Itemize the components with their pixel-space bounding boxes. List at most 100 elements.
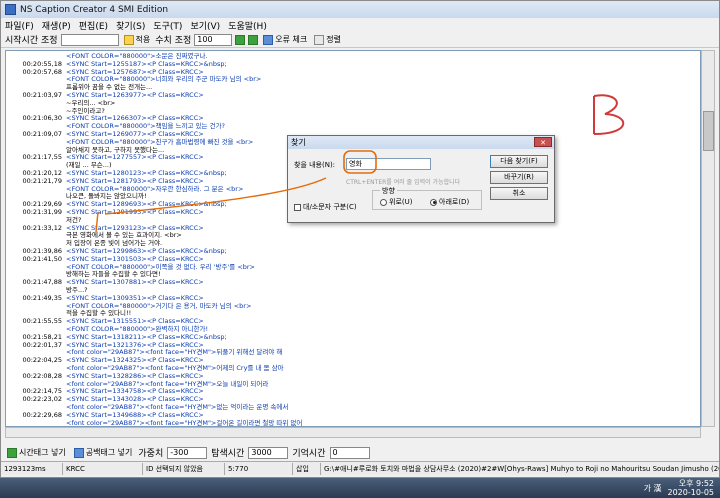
- weight-input[interactable]: -300: [167, 446, 208, 459]
- menu-help[interactable]: 도움말(H): [228, 19, 267, 32]
- subtitle-line[interactable]: 00:21:55,55 <SYNC Start=1315551><P Class=…: [6, 317, 203, 325]
- subtitle-line[interactable]: 00:21:09,07 <SYNC Start=1269077><P Class=…: [6, 130, 204, 138]
- line-timestamp: 00:21:09,07: [22, 130, 62, 138]
- number-adjust-label: 수치 조정: [155, 36, 192, 46]
- subtitle-line[interactable]: 저건?: [6, 216, 81, 224]
- memory-time-input[interactable]: 0: [329, 446, 370, 459]
- plus-icon[interactable]: [235, 34, 246, 45]
- subtitle-line[interactable]: 프롬위아 꿈을 수 없는 전개는...: [6, 83, 152, 91]
- insert-blank-tag-button[interactable]: 공백태그 넣기: [72, 446, 135, 459]
- menu-find[interactable]: 찾기(S): [116, 19, 145, 32]
- case-sensitive-checkbox[interactable]: 대/소문자 구분(C): [294, 202, 357, 212]
- subtitle-line[interactable]: 저 입장이 온종 빛이 넘어가는 거야.: [6, 239, 162, 247]
- ime-indicator[interactable]: 가 漢: [644, 483, 662, 494]
- subtitle-line[interactable]: 알아채지 못하고, 구하지 못했다는...: [6, 146, 164, 154]
- menu-file[interactable]: 파일(F): [5, 19, 34, 32]
- subtitle-line[interactable]: 00:21:47,88 <SYNC Start=1307881><P Class=…: [6, 278, 203, 286]
- line-code: <SYNC Start=1291993><P Class=KRCC>: [66, 208, 204, 216]
- search-time-input[interactable]: 3000: [248, 446, 289, 459]
- line-timestamp: 00:21:03,97: [22, 91, 62, 99]
- sort-button[interactable]: 정렬: [312, 33, 343, 46]
- menu-edit[interactable]: 편집(E): [79, 19, 108, 32]
- subtitle-line[interactable]: 00:22:29,68 <SYNC Start=1349688><P Class=…: [6, 410, 203, 419]
- subtitle-line[interactable]: <FONT COLOR="880000">완벽하지 아니한가!: [6, 325, 208, 333]
- line-code: <SYNC Start=1309351><P Class=KRCC>: [66, 293, 204, 302]
- subtitle-line[interactable]: <font color="29AB87"><font face="HY견M">뒤…: [6, 348, 282, 356]
- line-code: <SYNC Start=1269077><P Class=KRCC>: [66, 130, 204, 138]
- line-code: ~우리의... <br>: [66, 98, 116, 107]
- find-input[interactable]: 영화: [346, 158, 431, 170]
- start-time-input[interactable]: [60, 33, 119, 46]
- subtitle-line[interactable]: <FONT COLOR="880000">친구가 흡마법령에 빠진 것을 <br…: [6, 138, 253, 146]
- subtitle-line[interactable]: 00:21:21,79 <SYNC Start=1281793><P Class=…: [6, 176, 203, 185]
- subtitle-line[interactable]: 00:22:08,28 <SYNC Start=1328286><P Class=…: [6, 371, 204, 380]
- subtitle-line[interactable]: ~우리의... <br>: [6, 99, 115, 107]
- apply-icon: [123, 34, 134, 45]
- subtitle-line[interactable]: 00:22:14,75 <SYNC Start=1334758><P Class=…: [6, 387, 203, 395]
- subtitle-line[interactable]: 00:21:20,12 <SYNC Start=1280123><P Class=…: [6, 169, 227, 177]
- line-code: <FONT COLOR="880000">책임을 느끼고 있는 건가?: [66, 122, 226, 131]
- line-code: 나오큰, 돌봐지는 않았으니까!: [66, 192, 147, 201]
- find-label: 찾을 내용(N):: [294, 161, 336, 169]
- radio-down-dot: [430, 198, 437, 206]
- subtitle-line[interactable]: (재일 ... 무슨...): [6, 161, 112, 169]
- horizontal-scrollbar[interactable]: [5, 427, 701, 438]
- subtitle-line[interactable]: <FONT COLOR="880000">책임을 느끼고 있는 건가?: [6, 122, 225, 130]
- direction-up-radio[interactable]: 위로(U): [380, 197, 412, 207]
- menu-tools[interactable]: 도구(T): [153, 19, 182, 32]
- line-code: <font color="29AB87"><font face="HY견M">걸…: [66, 418, 303, 427]
- line-timestamp: 00:22:01,37: [22, 340, 62, 349]
- apply-label: 적용: [135, 35, 151, 44]
- subtitle-line[interactable]: 00:21:58,21 <SYNC Start=1318211><P Class=…: [6, 333, 226, 341]
- apply-button[interactable]: 적용: [122, 33, 153, 46]
- insert-time-tag-label: 시간태그 넣기: [19, 448, 66, 457]
- app-icon: [5, 4, 16, 15]
- search-time-label: 탐색시간: [211, 449, 245, 459]
- direction-down-radio[interactable]: 아래로(D): [430, 197, 469, 207]
- subtitle-line[interactable]: <font color="29AB87"><font face="HY견M">오…: [6, 380, 268, 388]
- line-timestamp: 00:21:21,79: [22, 176, 62, 185]
- sort-label: 정렬: [326, 35, 341, 44]
- line-code: <FONT COLOR="880000">친구가 흡마법령에 빠진 것을 <br…: [66, 137, 254, 146]
- blank-tag-icon: [73, 447, 84, 458]
- multiline-hint: CTRL+ENTER를 여러 줄 입력이 가능합니다: [346, 179, 461, 186]
- scroll-thumb[interactable]: [703, 111, 714, 151]
- subtitle-line[interactable]: 00:22:04,25 <SYNC Start=1324325><P Class=…: [6, 356, 203, 364]
- subtitle-editor[interactable]: <FONT COLOR="880000">소문은 진짜였구나. 00:20:55,…: [5, 50, 701, 427]
- title-bar: NS Caption Creator 4 SMI Edition: [1, 1, 719, 18]
- close-icon[interactable]: ✕: [534, 137, 552, 147]
- subtitle-line[interactable]: 00:21:03,97 <SYNC Start=1263977><P Class=…: [6, 91, 203, 99]
- subtitle-line[interactable]: 나오큰, 돌봐지는 않았으니까!: [6, 192, 147, 200]
- subtitle-line[interactable]: <font color="29AB87"><font face="HY견M">어…: [6, 364, 284, 372]
- line-timestamp: 00:22:29,68: [22, 410, 62, 419]
- cancel-button[interactable]: 취소: [490, 187, 548, 200]
- subtitle-line[interactable]: 00:20:55,18 <SYNC Start=1255187><P Class=…: [6, 60, 226, 68]
- menu-play[interactable]: 재생(P): [42, 19, 71, 32]
- replace-button[interactable]: 바꾸기(R): [490, 171, 548, 184]
- subtitle-line[interactable]: 00:21:29,69 <SYNC Start=1289693><P Class=…: [6, 200, 226, 208]
- subtitle-line[interactable]: 방해하는 자들을 수집할 수 있다면!: [6, 270, 161, 278]
- subtitle-line[interactable]: 방주...?: [6, 286, 88, 294]
- menu-view[interactable]: 보기(V): [190, 19, 220, 32]
- number-adjust-input[interactable]: 100: [194, 33, 233, 46]
- line-code: <SYNC Start=1328286><P Class=KRCC>: [66, 371, 204, 380]
- status-mode: 삽입: [293, 462, 321, 475]
- subtitle-line[interactable]: <FONT COLOR="880000">소문은 진짜였구나.: [6, 52, 208, 60]
- subtitle-line[interactable]: 00:22:23,02 <SYNC Start=1343028><P Class=…: [6, 395, 203, 403]
- subtitle-line[interactable]: 적을 수집할 수 있다니!!: [6, 309, 131, 317]
- line-code: 프롬위아 꿈을 수 없는 전개는...: [66, 83, 153, 92]
- subtitle-line[interactable]: <font color="29AB87"><font face="HY견M">걸…: [6, 418, 303, 427]
- minus-icon[interactable]: [248, 34, 259, 45]
- subtitle-line[interactable]: 00:21:31,99 <SYNC Start=1291993><P Class=…: [6, 208, 204, 216]
- vertical-scrollbar[interactable]: [701, 50, 715, 427]
- subtitle-line[interactable]: <font color="29AB87"><font face="HY견M">없…: [6, 403, 288, 411]
- up-label: 위로(U): [389, 198, 413, 206]
- subtitle-line[interactable]: 00:21:49,35 <SYNC Start=1309351><P Class=…: [6, 293, 204, 302]
- insert-time-tag-button[interactable]: 시간태그 넣기: [5, 446, 68, 459]
- subtitle-line[interactable]: 00:21:39,86 <SYNC Start=1299863><P Class=…: [6, 247, 226, 255]
- line-code: <SYNC Start=1280123><P Class=KRCC>&nbsp;: [66, 169, 227, 177]
- subtitle-line[interactable]: 00:21:41,50 <SYNC Start=1301503><P Class=…: [6, 255, 203, 263]
- find-next-button[interactable]: 다음 찾기(F): [490, 155, 548, 168]
- error-check-button[interactable]: 오류 체크: [261, 33, 309, 46]
- subtitle-line[interactable]: ~주인이라고?: [6, 107, 105, 115]
